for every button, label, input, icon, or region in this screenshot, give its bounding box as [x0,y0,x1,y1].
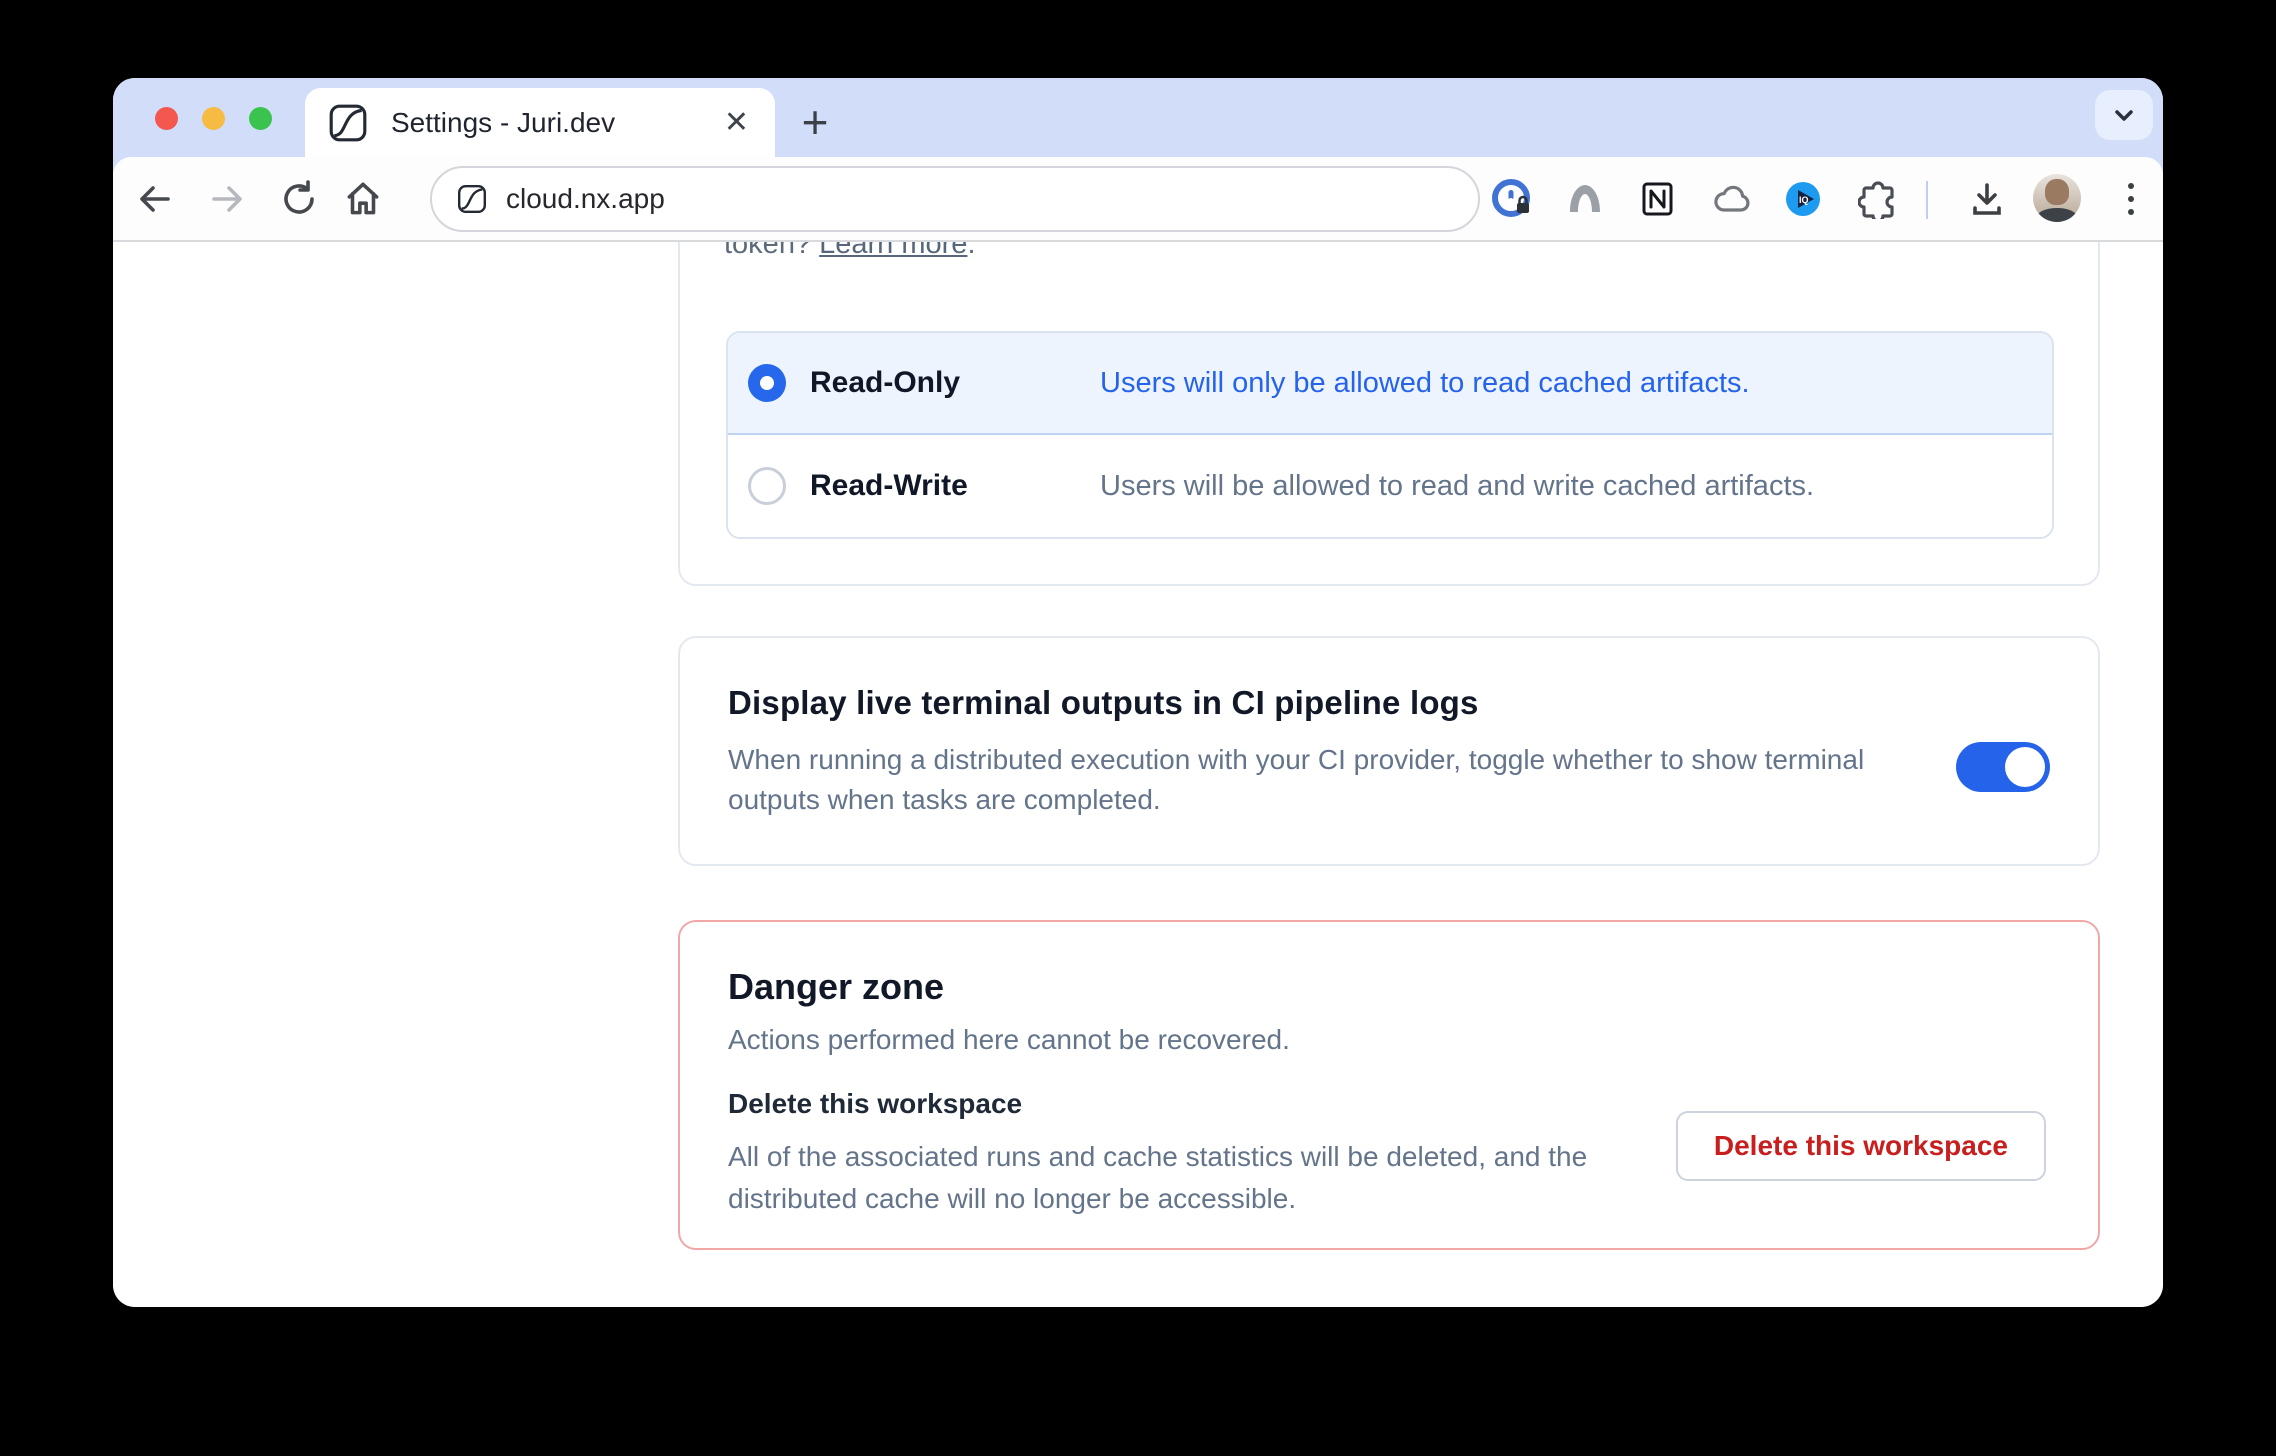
radio-row-read-write[interactable]: Read-Write Users will be allowed to read… [728,435,2052,537]
browser-window: Settings - Juri.dev ✕ + [113,78,2163,1307]
kebab-dot [2128,183,2134,189]
minimize-window-button[interactable] [202,107,225,130]
access-settings-card: token? Learn more. Read-Only Users will … [678,242,2100,586]
radio-description: Users will only be allowed to read cache… [1100,367,1750,400]
cloud-icon [1712,178,1754,220]
nordvpn-icon [1565,179,1605,219]
tab-search-chevron-button[interactable] [2095,90,2153,140]
radio-selected-icon[interactable] [748,364,786,402]
back-button[interactable] [131,175,179,223]
page-content: token? Learn more. Read-Only Users will … [113,242,2163,1307]
token-text: token? [724,242,819,260]
zoom-window-button[interactable] [249,107,272,130]
downloads-button[interactable] [1963,175,2011,223]
access-level-radio-group: Read-Only Users will only be allowed to … [726,331,2054,539]
svg-text:IQ: IQ [1799,195,1809,205]
address-bar[interactable]: cloud.nx.app [430,166,1480,232]
delete-workspace-description: All of the associated runs and cache sta… [728,1136,1678,1220]
danger-zone-subtitle: Actions performed here cannot be recover… [728,1024,2050,1056]
forward-arrow-icon [207,179,247,219]
toggle-knob [2005,747,2045,787]
traffic-lights [155,107,272,130]
download-icon [1966,178,2008,220]
notion-icon [1638,179,1678,219]
extension-nordvpn-button[interactable] [1561,175,1609,223]
token-help-text: token? Learn more. [724,242,976,261]
browser-tab[interactable]: Settings - Juri.dev ✕ [305,88,775,157]
terminal-outputs-card: Display live terminal outputs in CI pipe… [678,636,2100,866]
nx-cloud-favicon-icon [327,102,369,144]
radio-description: Users will be allowed to read and write … [1100,470,1814,503]
back-arrow-icon [135,179,175,219]
iq-play-icon: IQ [1782,178,1824,220]
reload-icon [279,179,319,219]
radio-label: Read-Write [810,469,1100,503]
extension-iq-button[interactable]: IQ [1779,175,1827,223]
reload-button[interactable] [275,175,323,223]
extension-1password-button[interactable] [1488,175,1536,223]
puzzle-icon [1858,179,1898,219]
radio-row-read-only[interactable]: Read-Only Users will only be allowed to … [728,333,2052,435]
danger-zone-title: Danger zone [728,966,2050,1008]
radio-unselected-icon[interactable] [748,467,786,505]
new-tab-button[interactable]: + [789,94,841,150]
learn-more-link[interactable]: Learn more [819,242,967,260]
url-text: cloud.nx.app [506,183,665,215]
kebab-dot [2128,196,2134,202]
forward-button[interactable] [203,175,251,223]
extension-cloud-button[interactable] [1709,175,1757,223]
kebab-dot [2128,209,2134,215]
site-favicon-icon [456,183,488,215]
token-text-suffix: . [967,242,975,260]
tab-close-icon[interactable]: ✕ [720,104,753,142]
tab-title: Settings - Juri.dev [391,107,720,139]
danger-zone-card: Danger zone Actions performed here canno… [678,920,2100,1250]
1password-icon [1491,178,1533,220]
extensions-puzzle-button[interactable] [1854,175,1902,223]
chevron-down-icon [2109,100,2139,130]
browser-toolbar: cloud.nx.app [113,157,2163,242]
terminal-card-title: Display live terminal outputs in CI pipe… [728,684,2050,722]
profile-avatar[interactable] [2033,174,2081,222]
home-button[interactable] [339,175,387,223]
home-icon [342,178,384,220]
extension-notion-button[interactable] [1634,175,1682,223]
terminal-outputs-toggle[interactable] [1956,742,2050,792]
terminal-card-description: When running a distributed execution wit… [728,740,1943,820]
radio-label: Read-Only [810,366,1100,400]
close-window-button[interactable] [155,107,178,130]
toolbar-divider [1926,181,1928,219]
browser-menu-button[interactable] [2109,175,2153,223]
delete-workspace-button[interactable]: Delete this workspace [1676,1111,2046,1181]
